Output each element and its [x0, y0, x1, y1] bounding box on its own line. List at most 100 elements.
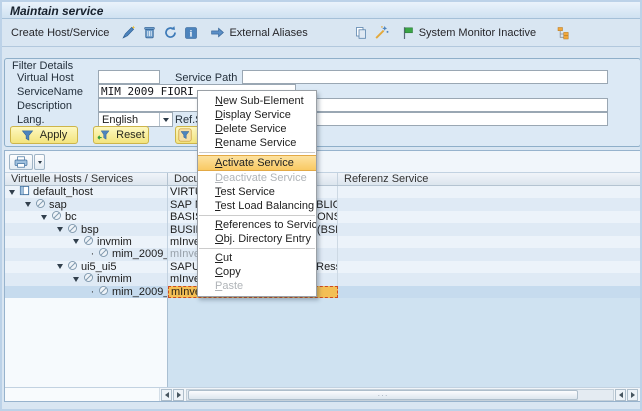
- menu-item-delete-service[interactable]: Delete Service: [198, 122, 316, 136]
- service-icon: [35, 198, 46, 210]
- reset-button[interactable]: Reset: [93, 126, 149, 144]
- page-title: Maintain service: [10, 4, 103, 18]
- tree-row-default_host[interactable]: default_hostVIRTUAL DEFAULT HOST: [5, 186, 640, 198]
- referenz-service-cell: [338, 223, 640, 235]
- service-icon: [67, 261, 78, 273]
- tree-column-headers: Virtuelle Hosts / Services Documentation…: [5, 173, 640, 186]
- menu-item-rename-service[interactable]: Rename Service: [198, 136, 316, 150]
- expand-collapse-arrow-icon[interactable]: [57, 227, 63, 232]
- scroll-right-end-icon[interactable]: [627, 389, 638, 401]
- scroll-right-icon[interactable]: [173, 389, 184, 401]
- refresh-icon[interactable]: [160, 23, 181, 42]
- filter-settings-icon: [178, 128, 192, 142]
- service-icon: [67, 223, 78, 235]
- system-monitor-button[interactable]: System Monitor Inactive: [398, 24, 539, 42]
- scroll-left-end-icon[interactable]: [615, 389, 626, 401]
- expand-collapse-arrow-icon[interactable]: [41, 215, 47, 220]
- host-icon: [19, 186, 30, 198]
- tree-empty-area: [5, 298, 640, 389]
- service-path-input[interactable]: [242, 70, 608, 84]
- node-label[interactable]: ui5_ui5: [81, 261, 116, 273]
- node-label[interactable]: mim_2009_fiori: [112, 286, 168, 298]
- copy-icon[interactable]: [351, 24, 371, 42]
- lang-label: Lang.: [17, 114, 45, 126]
- service-icon: [83, 273, 94, 285]
- menu-item-display-service[interactable]: Display Service: [198, 108, 316, 122]
- tree-row-ui5_ui5[interactable]: ui5_ui5SAPUI5 Handler für statische Ress…: [5, 261, 640, 273]
- menu-item-activate-service[interactable]: Activate Service: [198, 155, 316, 171]
- apply-button[interactable]: Apply: [10, 126, 78, 144]
- expand-collapse-arrow-icon[interactable]: [73, 277, 79, 282]
- node-label[interactable]: default_host: [33, 186, 93, 198]
- menu-item-references-to-service[interactable]: References to Service: [198, 218, 316, 232]
- svg-text:i: i: [190, 29, 193, 39]
- menu-item-new-sub-element[interactable]: New Sub-Element: [198, 94, 316, 108]
- node-label[interactable]: bc: [65, 211, 77, 223]
- tree-row-invmim[interactable]: invmimmInventory Fiori: [5, 273, 640, 285]
- column-header-referenz-service: Referenz Service: [338, 173, 640, 185]
- service-icon: [98, 286, 109, 298]
- tree-row-mim_2009_fiori[interactable]: ·mim_2009_fiorimInventory Fiori Applicat…: [5, 248, 640, 260]
- lang-select[interactable]: English: [98, 112, 173, 127]
- menu-item-test-load-balancing[interactable]: Test Load Balancing: [198, 199, 316, 213]
- external-alias-arrow-icon: [210, 25, 225, 40]
- node-label[interactable]: bsp: [81, 224, 99, 236]
- context-menu: New Sub-ElementDisplay ServiceDelete Ser…: [197, 90, 317, 297]
- chevron-down-icon[interactable]: [159, 113, 172, 126]
- info-icon[interactable]: i: [181, 24, 201, 42]
- tree-row-invmim[interactable]: invmimmInventory Fiori: [5, 236, 640, 248]
- referenz-service-cell: [338, 273, 640, 285]
- node-label[interactable]: mim_2009_fiori: [112, 248, 168, 260]
- menu-item-test-service[interactable]: Test Service: [198, 185, 316, 199]
- trash-icon[interactable]: [139, 23, 160, 42]
- print-button[interactable]: [9, 154, 33, 170]
- edit-pencil-icon[interactable]: [118, 23, 139, 42]
- wand-icon[interactable]: [371, 23, 392, 42]
- tree-row-bsp[interactable]: bspBUSINESS SERVER PAGES (BSP) RUNTIME: [5, 223, 640, 235]
- horizontal-scrollbar: ···: [5, 387, 640, 401]
- service-name-label: ServiceName: [17, 86, 83, 98]
- virtual-host-input[interactable]: [98, 70, 160, 84]
- menu-item-cut[interactable]: Cut: [198, 251, 316, 265]
- expand-collapse-arrow-icon[interactable]: [57, 264, 63, 269]
- service-path-label: Service Path: [175, 72, 237, 84]
- menu-item-paste: Paste: [198, 279, 316, 293]
- service-icon: [98, 248, 109, 260]
- referenz-service-cell: [338, 236, 640, 248]
- create-host-service-button[interactable]: Create Host/Service: [8, 25, 112, 41]
- node-label[interactable]: sap: [49, 199, 67, 211]
- expand-collapse-arrow-icon[interactable]: [73, 239, 79, 244]
- tree-body: default_hostVIRTUAL DEFAULT HOSTsapSAP N…: [5, 186, 640, 298]
- service-icon: [51, 211, 62, 223]
- referenz-service-cell: [338, 261, 640, 273]
- tree-row-sap[interactable]: sapSAP NAMESPACE; SAP IS OBLIGAT...: [5, 198, 640, 210]
- printer-icon: [13, 155, 29, 169]
- filter-icon: [21, 129, 34, 142]
- application-toolbar: Create Host/Service i External Aliases: [2, 19, 640, 47]
- description-input[interactable]: [98, 98, 608, 112]
- green-flag-icon: [401, 26, 415, 40]
- tree-row-bc[interactable]: bcBASIS TREE (BASIS FUNCTIONS): [5, 211, 640, 223]
- referenz-service-cell: [338, 186, 640, 198]
- menu-item-copy[interactable]: Copy: [198, 265, 316, 279]
- hierarchy-icon[interactable]: [553, 24, 574, 42]
- menu-item-obj-directory-entry[interactable]: Obj. Directory Entry: [198, 232, 316, 246]
- menu-separator: [199, 215, 315, 216]
- node-label[interactable]: invmim: [97, 236, 132, 248]
- referenz-service-cell: [338, 248, 640, 260]
- tree-row-mim_2009_fiori[interactable]: ·mim_2009_fiorimInventory Fiori Applicat…: [5, 286, 640, 298]
- filter-panel-title: Filter Details: [12, 60, 73, 72]
- referenz-service-cell: [338, 286, 640, 298]
- column-header-hosts-services: Virtuelle Hosts / Services: [5, 173, 168, 185]
- print-dropdown-button[interactable]: [34, 154, 45, 170]
- referenz-service-cell: [338, 198, 640, 210]
- scrollbar-thumb[interactable]: ···: [188, 390, 578, 400]
- scroll-left-icon[interactable]: [161, 389, 172, 401]
- expand-collapse-arrow-icon[interactable]: [25, 202, 31, 207]
- external-aliases-button[interactable]: External Aliases: [207, 23, 310, 42]
- virtual-host-label: Virtual Host: [17, 72, 74, 84]
- node-label[interactable]: invmim: [97, 273, 132, 285]
- expand-collapse-arrow-icon[interactable]: [9, 190, 15, 195]
- scrollbar-track[interactable]: ···: [186, 389, 614, 401]
- menu-item-deactivate-service: Deactivate Service: [198, 171, 316, 185]
